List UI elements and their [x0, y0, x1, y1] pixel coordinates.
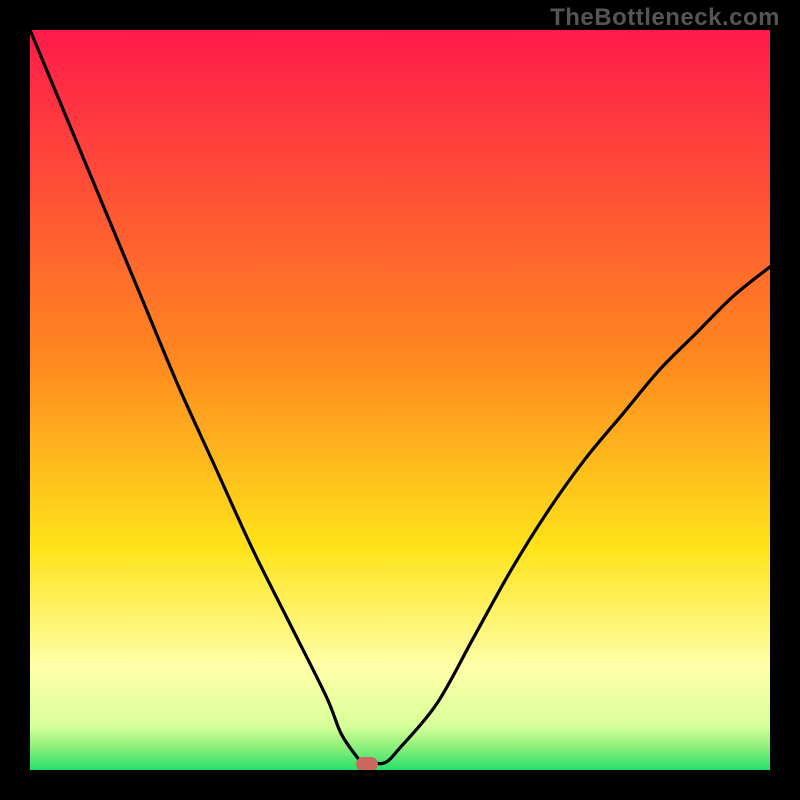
plot-area [30, 30, 770, 770]
chart-frame: TheBottleneck.com [0, 0, 800, 800]
watermark-text: TheBottleneck.com [550, 4, 780, 32]
bottleneck-curve [30, 30, 770, 770]
optimal-point-marker [356, 757, 378, 770]
